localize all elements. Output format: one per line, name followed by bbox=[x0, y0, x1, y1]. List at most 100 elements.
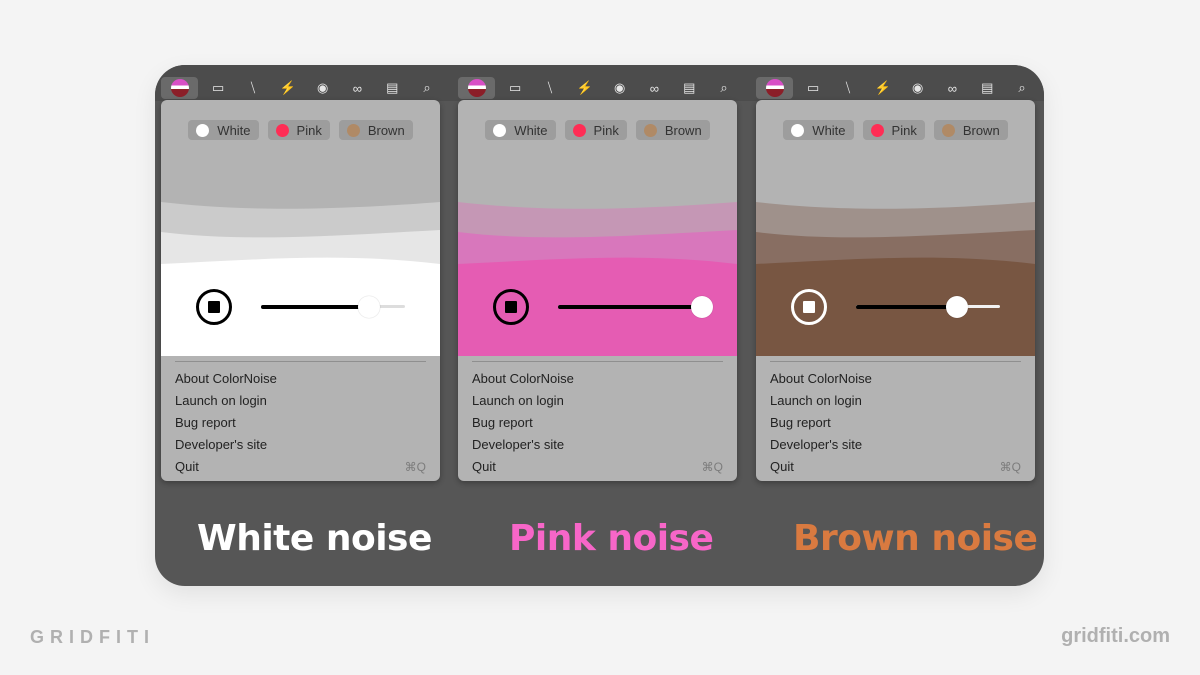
white-color-dot bbox=[196, 123, 210, 137]
chip-white[interactable]: White bbox=[783, 120, 854, 140]
menu-divider bbox=[770, 361, 1021, 362]
menu-item-quit[interactable]: Quit ⌘Q bbox=[161, 456, 440, 478]
brand-logo-text: GRIDFITI bbox=[30, 627, 155, 647]
display-icon[interactable]: ▭ bbox=[203, 77, 233, 99]
menu-item-launch-on-login[interactable]: Launch on login bbox=[161, 390, 440, 412]
slider-fill bbox=[558, 305, 702, 309]
menu-divider bbox=[175, 361, 426, 362]
chip-brown[interactable]: Brown bbox=[635, 120, 710, 140]
menu-item-developer-s-site[interactable]: Developer's site bbox=[161, 434, 440, 456]
chip-label: Pink bbox=[593, 122, 619, 138]
shortcut-label: ⌘Q bbox=[404, 460, 426, 474]
slider-thumb[interactable] bbox=[691, 296, 713, 318]
chip-label: Brown bbox=[367, 122, 405, 138]
pink-color-dot bbox=[572, 123, 586, 137]
menubar-icons: ▭ ⧹ ⚡ ◉ ∞ ▤ ⌕ bbox=[161, 75, 447, 101]
menu-item-quit[interactable]: Quit ⌘Q bbox=[458, 456, 737, 478]
volume-slider[interactable] bbox=[856, 295, 1000, 319]
menu-item-label: About ColorNoise bbox=[770, 371, 872, 386]
link-icon[interactable]: ∞ bbox=[938, 77, 968, 99]
mic-muted-icon[interactable]: ⧹ bbox=[535, 77, 565, 99]
menu-item-label: Bug report bbox=[770, 415, 831, 430]
colornoise-popup: White Pink Brown About ColorNoise Launch on … bbox=[756, 100, 1035, 481]
link-icon[interactable]: ∞ bbox=[640, 77, 670, 99]
menu-item-label: Developer's site bbox=[175, 437, 268, 452]
colornoise-logo-icon[interactable] bbox=[458, 77, 496, 99]
menu-item-launch-on-login[interactable]: Launch on login bbox=[458, 390, 737, 412]
stop-button[interactable] bbox=[493, 289, 529, 325]
menu-item-quit[interactable]: Quit ⌘Q bbox=[756, 456, 1035, 478]
menu-item-label: Bug report bbox=[472, 415, 533, 430]
slider-fill bbox=[261, 305, 369, 309]
pink-color-dot bbox=[275, 123, 289, 137]
colornoise-popup: White Pink Brown About ColorNoise Launch on … bbox=[458, 100, 737, 481]
caption-pink: Pink noise bbox=[509, 518, 714, 559]
window-icon[interactable]: ▤ bbox=[972, 77, 1002, 99]
caption-white: White noise bbox=[197, 518, 432, 559]
battery-charging-icon[interactable]: ⚡ bbox=[570, 77, 600, 99]
chip-pink[interactable]: Pink bbox=[267, 120, 330, 140]
playback-controls bbox=[756, 285, 1035, 335]
user-circle-icon[interactable]: ◉ bbox=[308, 77, 338, 99]
colornoise-logo-icon[interactable] bbox=[161, 77, 199, 99]
brand-url: gridfiti.com bbox=[1061, 625, 1170, 647]
menu-item-developer-s-site[interactable]: Developer's site bbox=[458, 434, 737, 456]
menu-item-label: Quit bbox=[770, 459, 794, 474]
chip-label: Brown bbox=[664, 122, 702, 138]
volume-slider[interactable] bbox=[558, 295, 713, 319]
menu-item-label: Quit bbox=[472, 459, 496, 474]
app-menu: About ColorNoise Launch on login Bug repor… bbox=[458, 368, 737, 478]
menu-item-label: Developer's site bbox=[472, 437, 565, 452]
display-icon[interactable]: ▭ bbox=[798, 77, 828, 99]
menu-item-about-colornoise[interactable]: About ColorNoise bbox=[756, 368, 1035, 390]
chip-brown[interactable]: Brown bbox=[338, 120, 413, 140]
search-icon[interactable]: ⌕ bbox=[1007, 77, 1037, 99]
chip-brown[interactable]: Brown bbox=[933, 120, 1008, 140]
mic-muted-icon[interactable]: ⧹ bbox=[833, 77, 863, 99]
window-icon[interactable]: ▤ bbox=[377, 77, 407, 99]
noise-type-selector: White Pink Brown bbox=[161, 120, 440, 140]
menu-item-label: Launch on login bbox=[472, 393, 564, 408]
brown-color-dot bbox=[643, 123, 657, 137]
window-icon[interactable]: ▤ bbox=[674, 77, 704, 99]
display-icon[interactable]: ▭ bbox=[500, 77, 530, 99]
menu-item-label: About ColorNoise bbox=[175, 371, 277, 386]
white-color-dot bbox=[791, 123, 805, 137]
battery-charging-icon[interactable]: ⚡ bbox=[273, 77, 303, 99]
stop-button[interactable] bbox=[791, 289, 827, 325]
search-icon[interactable]: ⌕ bbox=[709, 77, 739, 99]
user-circle-icon[interactable]: ◉ bbox=[605, 77, 635, 99]
colornoise-popup: White Pink Brown About ColorNoise Launch on … bbox=[161, 100, 440, 481]
white-color-dot bbox=[493, 123, 507, 137]
chip-pink[interactable]: Pink bbox=[862, 120, 925, 140]
slider-thumb[interactable] bbox=[358, 296, 380, 318]
menu-item-label: Launch on login bbox=[770, 393, 862, 408]
app-menu: About ColorNoise Launch on login Bug repor… bbox=[756, 368, 1035, 478]
noise-type-selector: White Pink Brown bbox=[756, 120, 1035, 140]
menu-item-bug-report[interactable]: Bug report bbox=[161, 412, 440, 434]
search-icon[interactable]: ⌕ bbox=[412, 77, 442, 99]
menu-item-about-colornoise[interactable]: About ColorNoise bbox=[458, 368, 737, 390]
menu-item-label: About ColorNoise bbox=[472, 371, 574, 386]
chip-white[interactable]: White bbox=[485, 120, 556, 140]
slider-thumb[interactable] bbox=[945, 296, 968, 318]
menu-item-bug-report[interactable]: Bug report bbox=[458, 412, 737, 434]
colornoise-logo-icon[interactable] bbox=[756, 77, 794, 99]
pink-color-dot bbox=[870, 123, 884, 137]
user-circle-icon[interactable]: ◉ bbox=[903, 77, 933, 99]
stop-button[interactable] bbox=[196, 289, 232, 325]
menu-item-about-colornoise[interactable]: About ColorNoise bbox=[161, 368, 440, 390]
menu-item-developer-s-site[interactable]: Developer's site bbox=[756, 434, 1035, 456]
battery-charging-icon[interactable]: ⚡ bbox=[868, 77, 898, 99]
mic-muted-icon[interactable]: ⧹ bbox=[238, 77, 268, 99]
chip-pink[interactable]: Pink bbox=[564, 120, 627, 140]
menu-item-launch-on-login[interactable]: Launch on login bbox=[756, 390, 1035, 412]
brown-color-dot bbox=[346, 123, 360, 137]
menu-item-bug-report[interactable]: Bug report bbox=[756, 412, 1035, 434]
chip-label: Pink bbox=[296, 122, 322, 138]
volume-slider[interactable] bbox=[261, 295, 405, 319]
stop-icon bbox=[505, 301, 517, 313]
link-icon[interactable]: ∞ bbox=[343, 77, 373, 99]
brown-color-dot bbox=[941, 123, 955, 137]
chip-white[interactable]: White bbox=[188, 120, 259, 140]
